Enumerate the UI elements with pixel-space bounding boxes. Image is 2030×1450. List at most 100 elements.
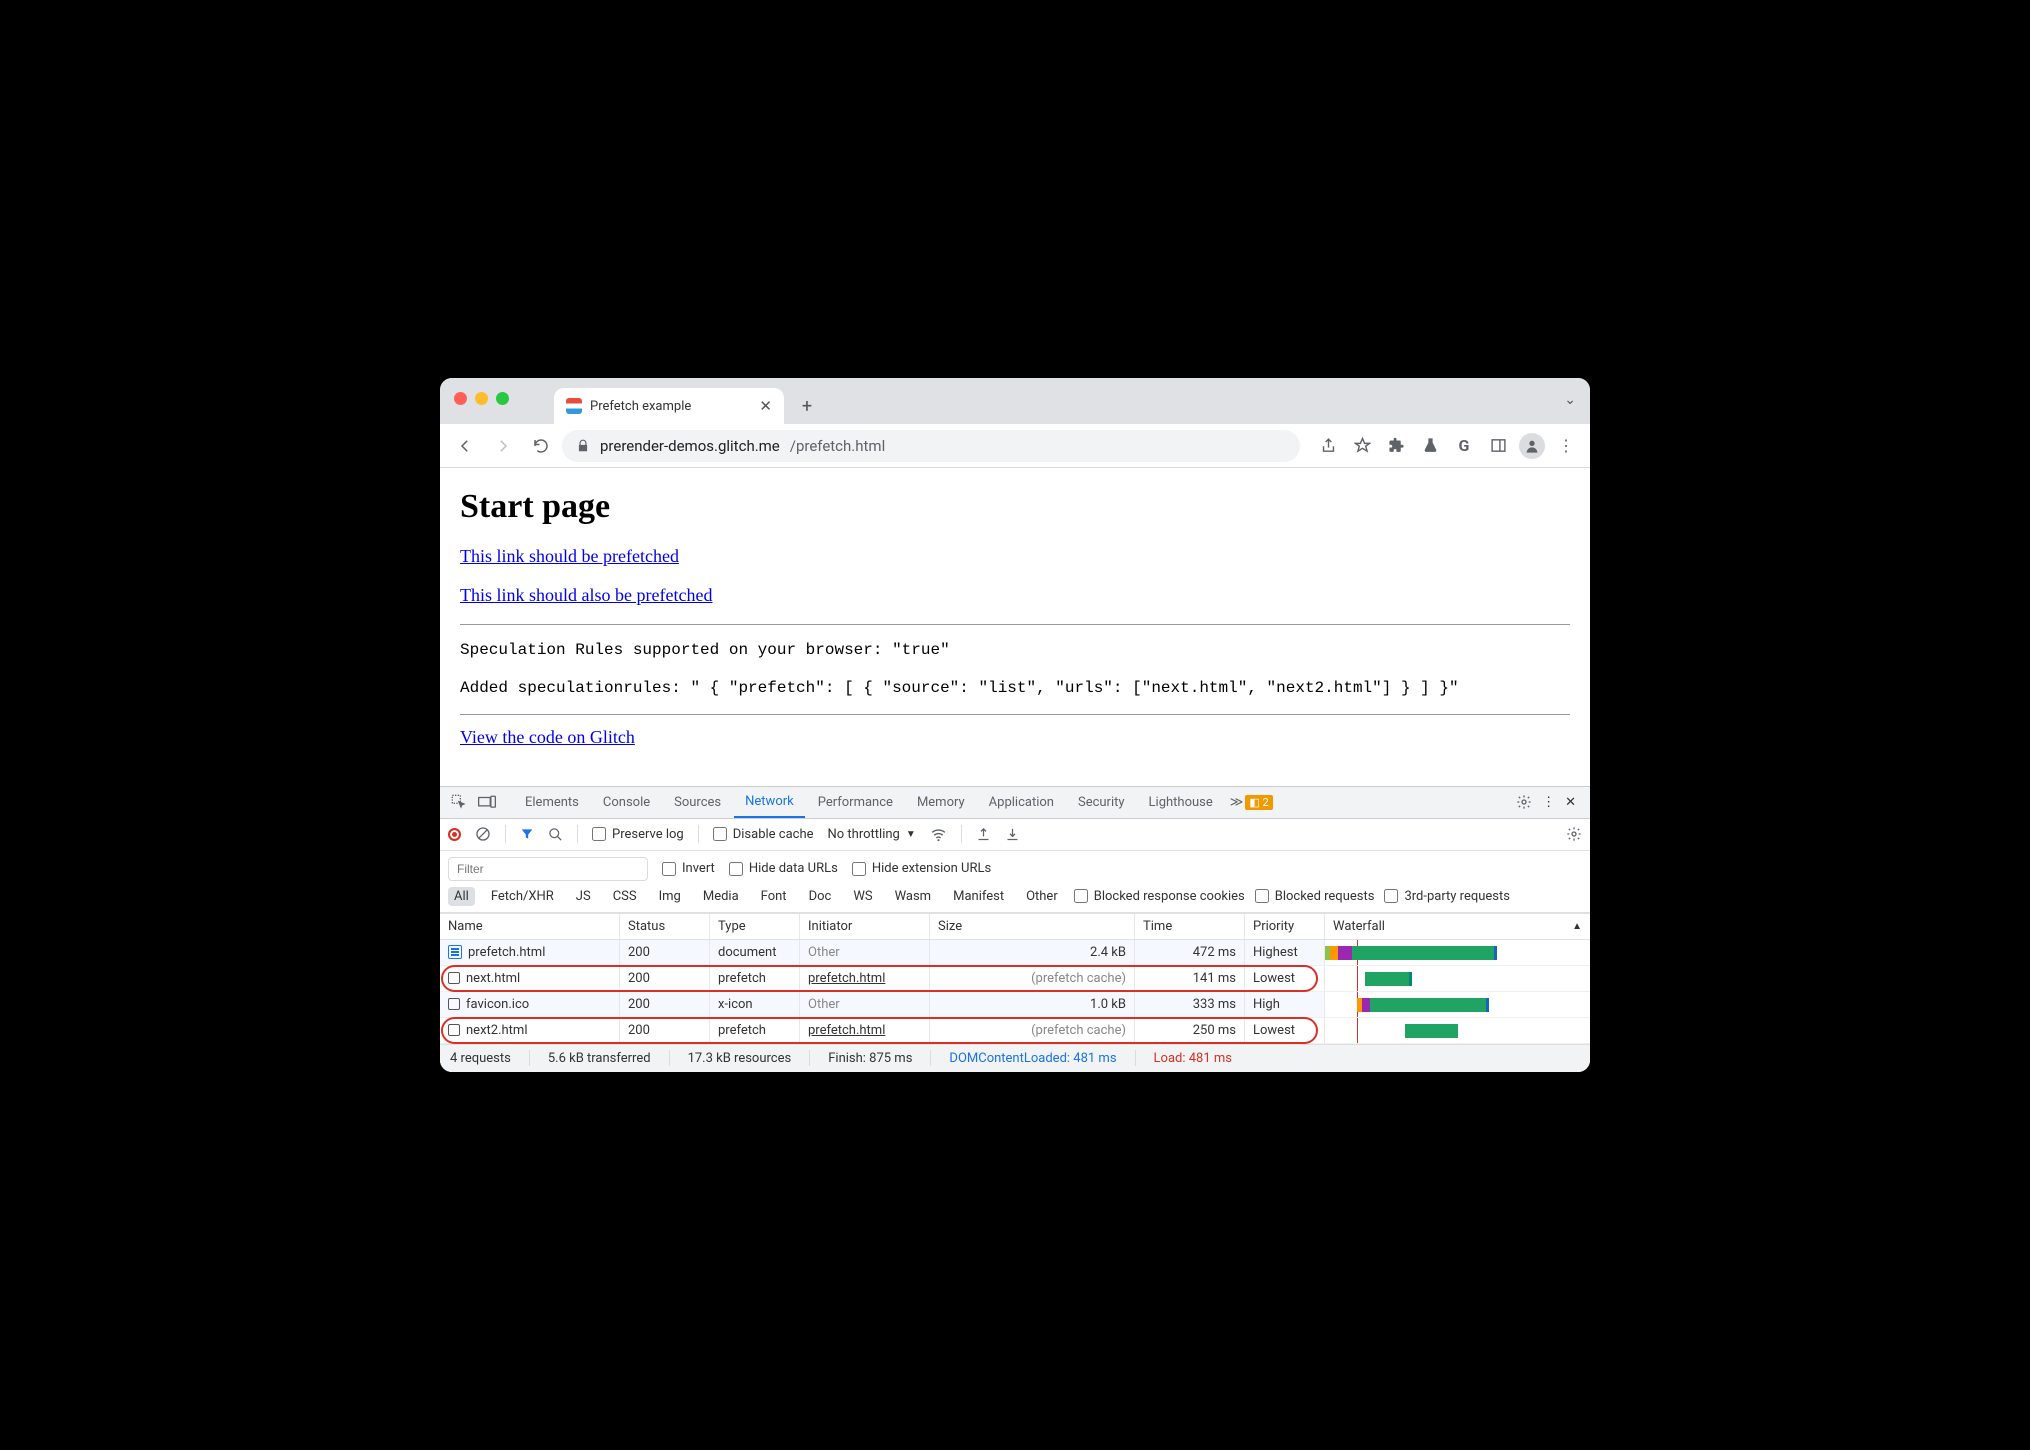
device-icon[interactable]: [474, 794, 500, 810]
cell-priority: Lowest: [1245, 1018, 1325, 1043]
cell-initiator[interactable]: Other: [800, 992, 930, 1017]
code-line-1: Speculation Rules supported on your brow…: [460, 637, 1570, 664]
extensions-icon[interactable]: [1380, 430, 1412, 462]
window-controls: [454, 392, 509, 405]
disable-cache-checkbox[interactable]: Disable cache: [713, 827, 814, 842]
tab-lighthouse[interactable]: Lighthouse: [1138, 787, 1224, 818]
table-row[interactable]: next2.html200prefetchprefetch.html(prefe…: [440, 1018, 1590, 1044]
inspect-icon[interactable]: [446, 794, 472, 810]
filter-type-ws[interactable]: WS: [847, 887, 878, 906]
invert-checkbox[interactable]: Invert: [662, 861, 715, 876]
new-tab-button[interactable]: +: [792, 391, 822, 421]
table-row[interactable]: favicon.ico200x-iconOther1.0 kB333 msHig…: [440, 992, 1590, 1018]
table-row[interactable]: next.html200prefetchprefetch.html(prefet…: [440, 966, 1590, 992]
filter-input[interactable]: [448, 857, 648, 881]
thirdparty-checkbox[interactable]: 3rd-party requests: [1384, 889, 1510, 904]
profile-button[interactable]: [1516, 430, 1548, 462]
cell-time: 472 ms: [1135, 940, 1245, 965]
cell-type: prefetch: [710, 1018, 800, 1043]
menu-button[interactable]: ⋮: [1550, 430, 1582, 462]
blocked-requests-checkbox[interactable]: Blocked requests: [1255, 889, 1375, 904]
cell-initiator[interactable]: Other: [800, 940, 930, 965]
filter-type-manifest[interactable]: Manifest: [947, 887, 1010, 906]
labs-icon[interactable]: [1414, 430, 1446, 462]
network-settings-icon[interactable]: [1566, 826, 1582, 842]
filter-type-media[interactable]: Media: [697, 887, 745, 906]
close-tab-button[interactable]: ✕: [759, 397, 772, 415]
cell-size: 1.0 kB: [930, 992, 1135, 1017]
more-tabs-icon[interactable]: ≫: [1230, 795, 1244, 810]
col-time[interactable]: Time: [1135, 914, 1245, 939]
upload-icon[interactable]: [976, 827, 991, 842]
record-button[interactable]: [448, 828, 461, 841]
tab-sources[interactable]: Sources: [663, 787, 732, 818]
maximize-window-button[interactable]: [496, 392, 509, 405]
col-waterfall[interactable]: Waterfall▲: [1325, 914, 1590, 939]
status-finish: Finish: 875 ms: [828, 1051, 912, 1066]
browser-tab[interactable]: Prefetch example ✕: [554, 388, 784, 424]
address-bar[interactable]: prerender-demos.glitch.me/prefetch.html: [562, 430, 1300, 462]
reload-button[interactable]: [524, 429, 558, 463]
settings-icon[interactable]: [1516, 794, 1532, 810]
filter-type-img[interactable]: Img: [653, 887, 687, 906]
preserve-log-checkbox[interactable]: Preserve log: [592, 827, 684, 842]
hide-data-urls-checkbox[interactable]: Hide data URLs: [729, 861, 838, 876]
filter-type-wasm[interactable]: Wasm: [889, 887, 938, 906]
tab-security[interactable]: Security: [1067, 787, 1136, 818]
tabs-dropdown-icon[interactable]: ⌄: [1564, 392, 1576, 408]
filter-type-doc[interactable]: Doc: [803, 887, 838, 906]
tab-memory[interactable]: Memory: [906, 787, 976, 818]
issues-badge[interactable]: ◧ 2: [1245, 795, 1272, 810]
cell-status: 200: [620, 992, 710, 1017]
cell-initiator[interactable]: prefetch.html: [800, 966, 930, 991]
tab-application[interactable]: Application: [978, 787, 1065, 818]
col-name[interactable]: Name: [440, 914, 620, 939]
col-initiator[interactable]: Initiator: [800, 914, 930, 939]
blocked-cookies-checkbox[interactable]: Blocked response cookies: [1074, 889, 1245, 904]
tab-console[interactable]: Console: [592, 787, 661, 818]
tab-network[interactable]: Network: [734, 787, 805, 818]
clear-button[interactable]: [475, 826, 491, 842]
waterfall-cell: [1325, 992, 1590, 1017]
waterfall-cell: [1325, 940, 1590, 965]
search-icon[interactable]: [548, 827, 563, 842]
download-icon[interactable]: [1005, 827, 1020, 842]
document-icon: [448, 945, 462, 959]
bookmark-icon[interactable]: [1346, 430, 1378, 462]
prefetch-link-2[interactable]: This link should also be prefetched: [460, 585, 712, 605]
cell-status: 200: [620, 966, 710, 991]
minimize-window-button[interactable]: [475, 392, 488, 405]
col-type[interactable]: Type: [710, 914, 800, 939]
hide-extension-urls-checkbox[interactable]: Hide extension URLs: [852, 861, 991, 876]
glitch-link[interactable]: View the code on Glitch: [460, 727, 635, 747]
filter-type-font[interactable]: Font: [755, 887, 793, 906]
sidepanel-icon[interactable]: [1482, 430, 1514, 462]
tab-performance[interactable]: Performance: [807, 787, 904, 818]
share-icon[interactable]: [1312, 430, 1344, 462]
close-window-button[interactable]: [454, 392, 467, 405]
throttling-select[interactable]: No throttling ▼: [828, 827, 916, 842]
kebab-icon[interactable]: ⋮: [1542, 795, 1555, 810]
google-icon[interactable]: G: [1448, 430, 1480, 462]
filter-type-js[interactable]: JS: [570, 887, 597, 906]
tab-title: Prefetch example: [590, 399, 691, 414]
back-button[interactable]: [448, 429, 482, 463]
cell-initiator[interactable]: prefetch.html: [800, 1018, 930, 1043]
filter-type-other[interactable]: Other: [1020, 887, 1064, 906]
col-priority[interactable]: Priority: [1245, 914, 1325, 939]
filter-type-all[interactable]: All: [448, 887, 475, 906]
table-row[interactable]: prefetch.html200documentOther2.4 kB472 m…: [440, 940, 1590, 966]
prefetch-link-1[interactable]: This link should be prefetched: [460, 546, 679, 566]
close-devtools-button[interactable]: ✕: [1565, 795, 1576, 810]
cell-status: 200: [620, 1018, 710, 1043]
tab-elements[interactable]: Elements: [514, 787, 590, 818]
toolbar-icons: G ⋮: [1312, 430, 1582, 462]
filter-icon[interactable]: [520, 827, 534, 841]
col-status[interactable]: Status: [620, 914, 710, 939]
network-conditions-icon[interactable]: [930, 826, 947, 843]
status-dcl: DOMContentLoaded: 481 ms: [949, 1051, 1116, 1066]
forward-button[interactable]: [486, 429, 520, 463]
filter-type-fetch[interactable]: Fetch/XHR: [485, 887, 560, 906]
col-size[interactable]: Size: [930, 914, 1135, 939]
filter-type-css[interactable]: CSS: [607, 887, 643, 906]
